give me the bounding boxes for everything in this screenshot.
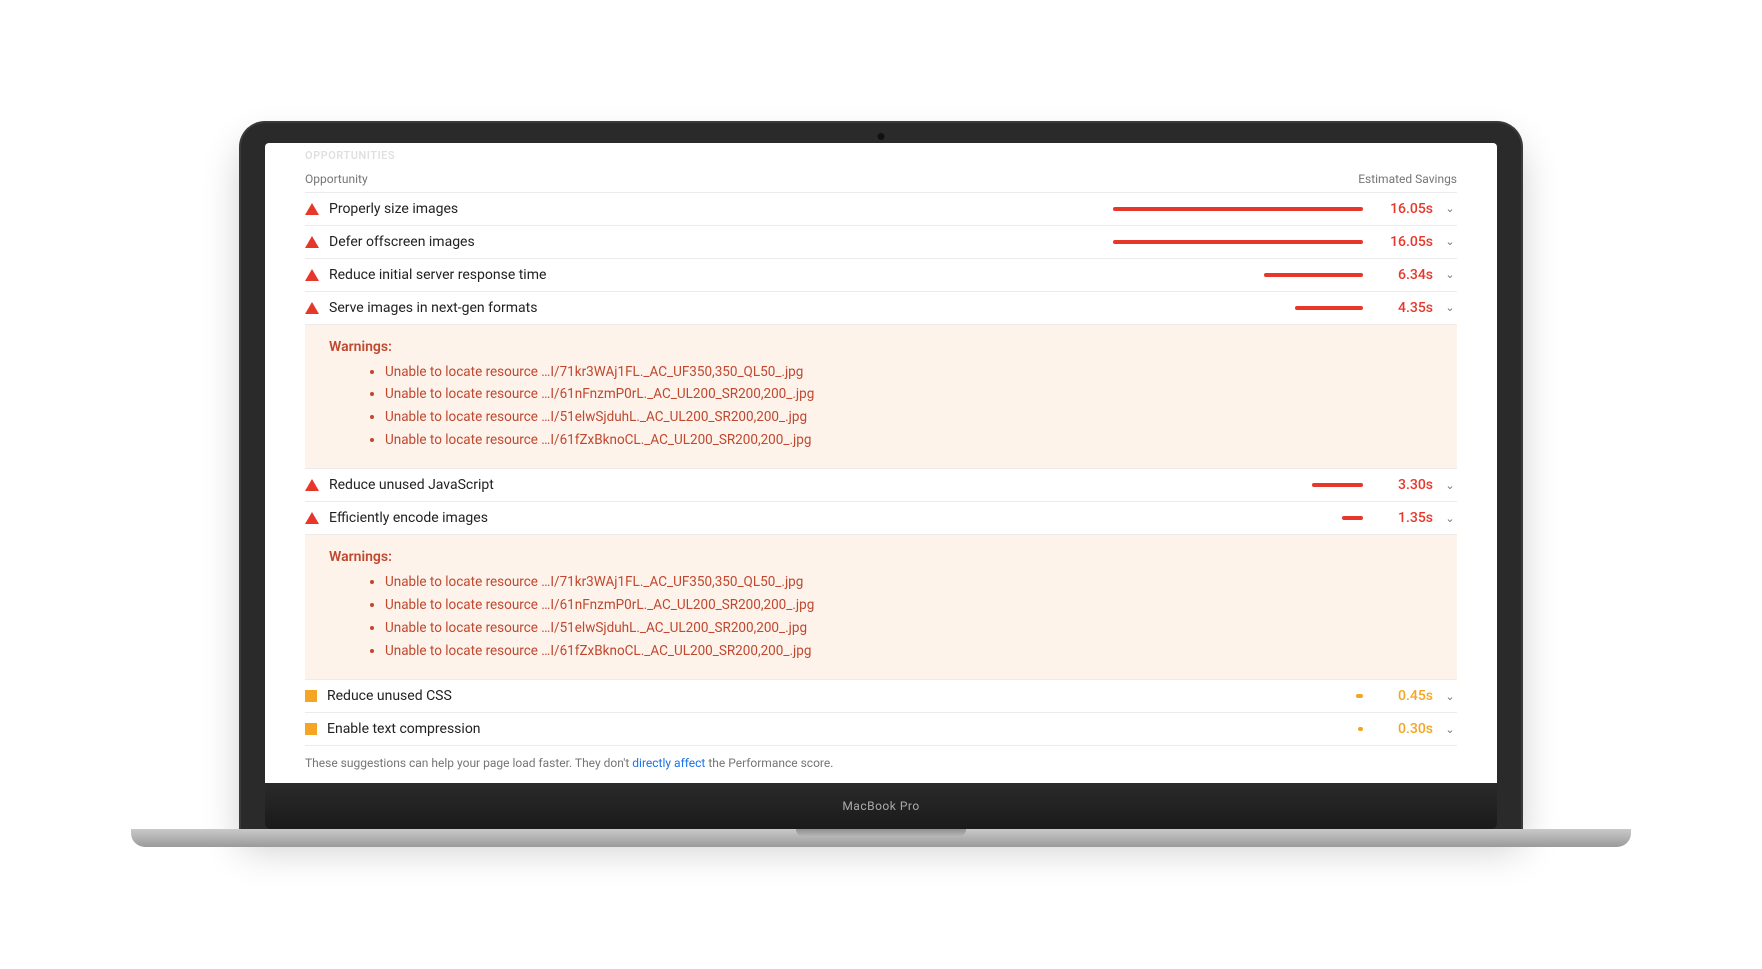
savings-bar-fill [1342,516,1363,520]
chevron-down-icon[interactable]: ⌄ [1443,235,1457,248]
laptop-camera [878,133,885,140]
chevron-down-icon[interactable]: ⌄ [1443,301,1457,314]
warnings-box: Warnings: Unable to locate resource …I/71… [305,535,1457,680]
opportunity-row[interactable]: Reduce unused JavaScript 3.30s ⌄ [305,469,1457,502]
chevron-down-icon[interactable]: ⌄ [1443,690,1457,703]
savings-bar [1113,240,1363,244]
footer-prefix: These suggestions can help your page loa… [305,756,632,770]
warning-triangle-icon [305,269,319,281]
opportunity-row[interactable]: Reduce unused CSS 0.45s ⌄ [305,680,1457,713]
savings-bar-fill [1312,483,1363,487]
warnings-title: Warnings: [329,339,1433,355]
warning-triangle-icon [305,479,319,491]
footer-note: These suggestions can help your page loa… [305,746,1457,780]
savings-bar [1113,516,1363,520]
chevron-down-icon[interactable]: ⌄ [1443,512,1457,525]
savings-bar-fill [1295,306,1363,310]
chevron-down-icon[interactable]: ⌄ [1443,202,1457,215]
savings-bar [1113,207,1363,211]
footer-link[interactable]: directly affect [632,756,705,770]
warning-triangle-icon [305,512,319,524]
chevron-down-icon[interactable]: ⌄ [1443,268,1457,281]
warning-triangle-icon [305,203,319,215]
laptop-screen: OPPORTUNITIES Opportunity Estimated Savi… [265,143,1497,783]
chevron-down-icon[interactable]: ⌄ [1443,723,1457,736]
warnings-list-item: Unable to locate resource …I/71kr3WAj1FL… [385,571,1433,594]
opportunity-label: Reduce unused CSS [327,688,1103,704]
opportunity-row[interactable]: Enable text compression 0.30s ⌄ [305,713,1457,746]
savings-bar-fill [1264,273,1363,277]
warnings-list-item: Unable to locate resource …I/61fZxBknoCL… [385,429,1433,452]
opportunity-label: Enable text compression [327,721,1103,737]
savings-value: 1.35s [1373,510,1433,526]
table-header: Opportunity Estimated Savings [305,166,1457,193]
chevron-down-icon[interactable]: ⌄ [1443,479,1457,492]
col-savings-label: Estimated Savings [1358,172,1457,186]
opportunity-rows: Properly size images16.05s⌄Defer offscre… [305,193,1457,747]
opportunity-label: Defer offscreen images [329,234,1103,250]
opportunity-row[interactable]: Defer offscreen images 16.05s ⌄ [305,226,1457,259]
opportunity-row[interactable]: Efficiently encode images 1.35s ⌄ [305,502,1457,535]
savings-value: 6.34s [1373,267,1433,283]
warning-triangle-icon [305,302,319,314]
laptop-base [131,829,1631,847]
warnings-box: Warnings: Unable to locate resource …I/71… [305,325,1457,470]
savings-bar-fill [1113,240,1363,244]
opportunity-label: Properly size images [329,201,1103,217]
savings-value: 16.05s [1373,234,1433,250]
opportunity-row[interactable]: Serve images in next-gen formats 4.35s ⌄ [305,292,1457,325]
laptop-chin: MacBook Pro [265,783,1497,829]
warnings-list: Unable to locate resource …I/71kr3WAj1FL… [329,361,1433,453]
laptop-mockup: OPPORTUNITIES Opportunity Estimated Savi… [241,123,1521,847]
warnings-list-item: Unable to locate resource …I/51elwSjduhL… [385,406,1433,429]
savings-bar-fill [1113,207,1363,211]
opportunity-label: Reduce initial server response time [329,267,1103,283]
savings-bar [1113,306,1363,310]
savings-value: 0.45s [1373,688,1433,704]
savings-bar-fill [1356,694,1363,698]
warnings-title: Warnings: [329,549,1433,565]
warnings-list-item: Unable to locate resource …I/61nFnzmP0rL… [385,594,1433,617]
warning-square-icon [305,690,317,702]
footer-suffix: the Performance score. [705,756,833,770]
savings-value: 4.35s [1373,300,1433,316]
warning-square-icon [305,723,317,735]
opportunity-label: Efficiently encode images [329,510,1103,526]
savings-value: 3.30s [1373,477,1433,493]
opportunity-label: Reduce unused JavaScript [329,477,1103,493]
laptop-frame: OPPORTUNITIES Opportunity Estimated Savi… [241,123,1521,829]
warnings-list-item: Unable to locate resource …I/71kr3WAj1FL… [385,361,1433,384]
warnings-list: Unable to locate resource …I/71kr3WAj1FL… [329,571,1433,663]
warnings-list-item: Unable to locate resource …I/51elwSjduhL… [385,617,1433,640]
savings-bar-fill [1358,727,1363,731]
opportunity-label: Serve images in next-gen formats [329,300,1103,316]
savings-value: 0.30s [1373,721,1433,737]
savings-bar [1113,273,1363,277]
savings-bar [1113,694,1363,698]
opportunities-report: OPPORTUNITIES Opportunity Estimated Savi… [265,143,1497,781]
savings-value: 16.05s [1373,201,1433,217]
section-title: OPPORTUNITIES [305,143,1457,166]
warnings-list-item: Unable to locate resource …I/61nFnzmP0rL… [385,383,1433,406]
warning-triangle-icon [305,236,319,248]
savings-bar [1113,727,1363,731]
opportunity-row[interactable]: Reduce initial server response time 6.34s… [305,259,1457,292]
col-opportunity-label: Opportunity [305,172,368,186]
opportunity-row[interactable]: Properly size images 16.05s ⌄ [305,193,1457,226]
savings-bar [1113,483,1363,487]
warnings-list-item: Unable to locate resource …I/61fZxBknoCL… [385,640,1433,663]
laptop-label: MacBook Pro [842,799,919,813]
